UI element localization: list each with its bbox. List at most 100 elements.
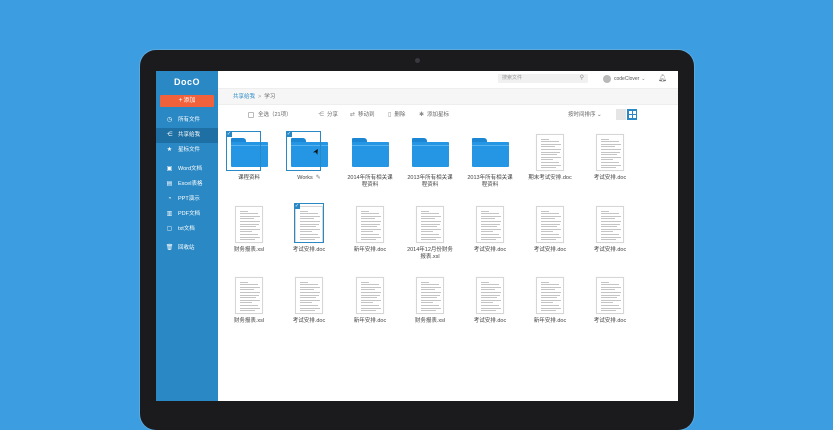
file-item[interactable]: 考试安排.doc — [526, 203, 574, 254]
sidebar-item[interactable]: ▣ Word文档 — [156, 162, 218, 177]
document-thumbnail — [536, 276, 564, 314]
file-item[interactable]: 考试安排.doc — [466, 203, 514, 254]
search-input[interactable]: 搜索文件 ⚲ — [498, 74, 588, 83]
file-item[interactable]: 新年安排.doc — [346, 274, 394, 325]
file-item[interactable]: 2014年12月份财务报表.xsl — [406, 203, 454, 261]
file-name-text: 2014年12月份财务报表.xsl — [407, 247, 453, 260]
search-icon[interactable]: ⚲ — [580, 74, 584, 83]
grid-view-button[interactable] — [627, 109, 637, 120]
breadcrumb-root[interactable]: 共享给我 — [233, 94, 255, 100]
laptop-bezel: DocO +添加 ◷ 所有文件 ⋲ 共享给我 ★ 星标文件 ▣ Word文档 ▤ Excel表格 ◔… — [140, 50, 694, 430]
breadcrumb-separator: > — [258, 94, 262, 100]
file-item[interactable]: 期末考试安排.doc — [526, 131, 574, 182]
sidebar-item[interactable]: ▥ PDF文档 — [156, 207, 218, 222]
trash-icon: 🗑 — [165, 245, 174, 251]
file-name-text: 考试安排.doc — [593, 175, 627, 181]
add-button-label: 添加 — [183, 98, 196, 104]
pencil-icon[interactable]: ✎ — [316, 175, 321, 181]
move-button[interactable]: ⇄ 移动到 — [350, 111, 375, 119]
file-item[interactable]: ✓ 考试安排.doc — [285, 203, 333, 254]
sidebar: DocO +添加 ◷ 所有文件 ⋲ 共享给我 ★ 星标文件 ▣ Word文档 ▤ Excel表格 ◔… — [156, 71, 218, 401]
sidebar-item-label: txt文档 — [178, 226, 195, 232]
share-icon: ⋲ — [166, 132, 173, 138]
chevron-down-icon: ⌄ — [597, 112, 602, 118]
pdf-icon: ▥ — [166, 211, 173, 217]
file-item[interactable]: 新年安排.doc — [346, 203, 394, 254]
plus-icon: + — [178, 97, 183, 104]
select-all-checkbox[interactable] — [248, 112, 254, 118]
document-thumbnail — [476, 205, 504, 243]
file-name-text: 财务报表.xsl — [233, 318, 265, 324]
user-menu[interactable]: codeClover ⌄ — [603, 74, 646, 83]
trash-icon: ▯ — [388, 112, 392, 118]
file-name-text: 考试安排.doc — [533, 247, 567, 253]
share-icon: ⋲ — [318, 112, 324, 118]
list-view-button[interactable] — [616, 109, 626, 120]
file-name-text: 考试安排.doc — [473, 318, 507, 324]
folder-item[interactable]: ✓ 课程资料 — [225, 131, 273, 182]
document-thumbnail — [295, 276, 323, 314]
move-icon: ⇄ — [350, 112, 356, 118]
folder-item[interactable]: 2014年所有相关课程资料 — [346, 131, 394, 189]
add-button[interactable]: +添加 — [160, 95, 214, 107]
file-item[interactable]: 财务报表.xsl — [225, 203, 273, 254]
file-name-text: 新年安排.doc — [353, 247, 387, 253]
sort-select[interactable]: 按时间排序 ⌄ — [568, 111, 602, 119]
file-name-text: 财务报表.xsl — [414, 318, 446, 324]
sidebar-item[interactable]: ◷ 所有文件 — [156, 113, 218, 128]
file-name: 财务报表.xsl — [225, 247, 273, 254]
delete-button[interactable]: ▯ 删除 — [388, 111, 405, 119]
search-placeholder: 搜索文件 — [502, 75, 523, 81]
bell-icon[interactable]: 🔔︎ — [658, 74, 667, 83]
sidebar-item[interactable]: 🗑 回收站 — [156, 241, 218, 256]
file-item[interactable]: 考试安排.doc — [586, 274, 634, 325]
document-thumbnail — [536, 205, 564, 243]
check-icon[interactable]: ✓ — [226, 131, 232, 137]
sidebar-nav: ◷ 所有文件 ⋲ 共享给我 ★ 星标文件 ▣ Word文档 ▤ Excel表格 ◔ PPT演示 ▥ PDF… — [156, 113, 218, 256]
document-thumbnail — [416, 276, 444, 314]
folder-icon — [471, 136, 509, 168]
sidebar-item[interactable]: ◔ PPT演示 — [156, 192, 218, 207]
app-logo: DocO — [173, 77, 200, 87]
toolbar: 全选（21项） ⋲ 分享 ⇄ 移动到 ▯ 删除 ✱ 添加星标 按时间排序 ⌄ — [218, 106, 678, 124]
file-item[interactable]: 财务报表.xsl — [406, 274, 454, 325]
folder-item[interactable]: 2013年所有相关课程资料 — [406, 131, 454, 189]
file-grid: ✓ 课程资料 ✓ ➤ Works ✎ 2014年所有相关课程资料 2013年所有相关课程资料 2… — [218, 126, 678, 401]
file-item[interactable]: 考试安排.doc — [285, 274, 333, 325]
document-thumbnail — [235, 205, 263, 243]
file-name: 考试安排.doc — [586, 318, 634, 325]
ppt-icon: ◔ — [167, 196, 172, 202]
star-icon: ✱ — [419, 112, 425, 118]
sidebar-item[interactable]: ★ 星标文件 — [156, 143, 218, 158]
check-icon[interactable]: ✓ — [286, 131, 292, 137]
check-icon[interactable]: ✓ — [294, 203, 300, 209]
document-thumbnail — [356, 276, 384, 314]
word-icon: ▣ — [166, 166, 173, 172]
file-item[interactable]: 考试安排.doc — [466, 274, 514, 325]
chevron-down-icon: ⌄ — [641, 75, 646, 82]
folder-item[interactable]: 2013年所有相关课程资料 — [466, 131, 514, 189]
selection-frame: ✓ — [294, 203, 324, 243]
file-name-text: 财务报表.xsl — [233, 247, 265, 253]
file-name: 考试安排.doc — [586, 175, 634, 182]
sidebar-item[interactable]: ▢ txt文档 — [156, 222, 218, 237]
file-name: 新年安排.doc — [346, 318, 394, 325]
sidebar-item-label: 回收站 — [178, 245, 195, 251]
avatar — [603, 74, 611, 83]
file-name: 新年安排.doc — [346, 247, 394, 254]
file-name: 期末考试安排.doc — [526, 175, 574, 182]
share-button[interactable]: ⋲ 分享 — [318, 111, 338, 119]
sidebar-item[interactable]: ⋲ 共享给我 — [156, 128, 218, 143]
sidebar-item[interactable]: ▤ Excel表格 — [156, 177, 218, 192]
folder-item[interactable]: ✓ ➤ Works ✎ — [285, 131, 333, 182]
file-item[interactable]: 考试安排.doc — [586, 203, 634, 254]
file-name: 考试安排.doc — [466, 318, 514, 325]
file-name-text: 2013年所有相关课程资料 — [407, 175, 453, 188]
star-button[interactable]: ✱ 添加星标 — [419, 111, 449, 119]
top-bar: 搜索文件 ⚲ codeClover ⌄ 🔔︎ — [218, 71, 678, 89]
file-item[interactable]: 新年安排.doc — [526, 274, 574, 325]
document-thumbnail — [596, 205, 624, 243]
file-item[interactable]: 考试安排.doc — [586, 131, 634, 182]
file-item[interactable]: 财务报表.xsl — [225, 274, 273, 325]
select-all[interactable]: 全选（21项） — [248, 111, 292, 119]
